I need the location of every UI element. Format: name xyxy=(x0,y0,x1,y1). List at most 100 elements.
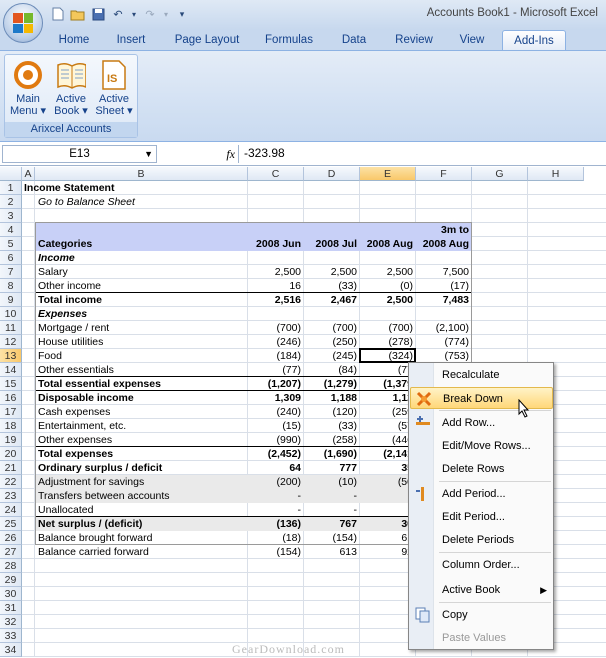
menu-item-column-order[interactable]: Column Order... xyxy=(410,554,553,576)
value-cell[interactable]: (990) xyxy=(248,433,304,447)
tab-add-ins[interactable]: Add-Ins xyxy=(502,30,566,50)
value-cell[interactable]: 16 xyxy=(248,279,304,293)
row-header-28[interactable]: 28 xyxy=(0,559,22,573)
value-cell[interactable]: (250) xyxy=(304,335,360,349)
value-cell[interactable]: (200) xyxy=(248,475,304,489)
undo-dropdown-icon[interactable]: ▾ xyxy=(130,6,138,22)
tab-formulas[interactable]: Formulas xyxy=(256,30,322,50)
tab-review[interactable]: Review xyxy=(386,30,442,50)
row-header-22[interactable]: 22 xyxy=(0,475,22,489)
value-cell[interactable]: (2,452) xyxy=(248,447,304,461)
row-header-27[interactable]: 27 xyxy=(0,545,22,559)
value-cell[interactable]: (154) xyxy=(304,531,360,545)
row-header-2[interactable]: 2 xyxy=(0,195,22,209)
value-cell[interactable]: (154) xyxy=(248,545,304,559)
value-cell[interactable]: 1,188 xyxy=(304,391,360,405)
redo-icon[interactable]: ↷ xyxy=(142,6,158,22)
selected-cell-e13[interactable] xyxy=(359,348,416,363)
value-cell[interactable]: 767 xyxy=(304,517,360,531)
value-cell[interactable]: (0) xyxy=(360,279,416,293)
value-cell[interactable]: 2,467 xyxy=(304,293,360,307)
value-cell[interactable]: (1,279) xyxy=(304,377,360,391)
row-label[interactable]: Other income xyxy=(38,279,246,293)
column-header-h[interactable]: H xyxy=(528,167,584,181)
column-header-b[interactable]: B xyxy=(35,167,248,181)
value-cell[interactable]: 2,516 xyxy=(248,293,304,307)
value-cell[interactable]: (753) xyxy=(416,349,472,363)
row-header-4[interactable]: 4 xyxy=(0,223,22,237)
tab-data[interactable]: Data xyxy=(330,30,378,50)
column-header-c[interactable]: C xyxy=(248,167,304,181)
row-label[interactable]: Total essential expenses xyxy=(38,377,246,391)
new-icon[interactable] xyxy=(50,6,66,22)
row-label[interactable]: Unallocated xyxy=(38,503,246,517)
value-cell[interactable]: 7,500 xyxy=(416,265,472,279)
value-cell[interactable]: (136) xyxy=(248,517,304,531)
row-header-26[interactable]: 26 xyxy=(0,531,22,545)
select-all-corner[interactable] xyxy=(0,167,22,181)
save-icon[interactable] xyxy=(90,6,106,22)
row-header-6[interactable]: 6 xyxy=(0,251,22,265)
value-cell[interactable]: (33) xyxy=(304,419,360,433)
row-header-29[interactable]: 29 xyxy=(0,573,22,587)
row-label[interactable]: Income xyxy=(38,251,246,265)
column-header-a[interactable]: A xyxy=(22,167,35,181)
value-cell[interactable]: (33) xyxy=(304,279,360,293)
menu-item-edit-period[interactable]: Edit Period... xyxy=(410,506,553,528)
row-header-3[interactable]: 3 xyxy=(0,209,22,223)
value-cell[interactable]: (15) xyxy=(248,419,304,433)
value-cell[interactable]: (1,690) xyxy=(304,447,360,461)
value-cell[interactable]: - xyxy=(304,503,360,517)
row-label[interactable]: Balance carried forward xyxy=(38,545,246,559)
value-cell[interactable]: 2,500 xyxy=(360,265,416,279)
row-label[interactable]: Ordinary surplus / deficit xyxy=(38,461,246,475)
value-cell[interactable]: 777 xyxy=(304,461,360,475)
row-label[interactable]: Food xyxy=(38,349,246,363)
value-cell[interactable]: 64 xyxy=(248,461,304,475)
value-cell[interactable]: (700) xyxy=(248,321,304,335)
value-cell[interactable]: (246) xyxy=(248,335,304,349)
row-header-33[interactable]: 33 xyxy=(0,629,22,643)
row-header-13[interactable]: 13 xyxy=(0,349,22,363)
value-cell[interactable]: (17) xyxy=(416,279,472,293)
value-cell[interactable]: 7,483 xyxy=(416,293,472,307)
row-label[interactable]: Expenses xyxy=(38,307,246,321)
open-icon[interactable] xyxy=(70,6,86,22)
value-cell[interactable]: 2,500 xyxy=(248,265,304,279)
value-cell[interactable]: (18) xyxy=(248,531,304,545)
tab-insert[interactable]: Insert xyxy=(104,30,158,50)
column-header-g[interactable]: G xyxy=(472,167,528,181)
row-label[interactable]: Mortgage / rent xyxy=(38,321,246,335)
row-header-34[interactable]: 34 xyxy=(0,643,22,657)
insert-function-button[interactable]: fx xyxy=(163,145,239,163)
row-header-1[interactable]: 1 xyxy=(0,181,22,195)
menu-item-recalculate[interactable]: Recalculate xyxy=(410,364,553,386)
active-sheet-button[interactable]: IS Active Sheet ▾ xyxy=(94,59,134,117)
name-box[interactable]: E13 ▼ xyxy=(2,145,157,163)
row-header-9[interactable]: 9 xyxy=(0,293,22,307)
menu-item-delete-periods[interactable]: Delete Periods xyxy=(410,529,553,551)
value-cell[interactable]: (10) xyxy=(304,475,360,489)
customize-qat-icon[interactable]: ▾ xyxy=(174,6,190,22)
main-menu-button[interactable]: Main Menu ▾ xyxy=(8,59,48,117)
row-label[interactable]: Entertainment, etc. xyxy=(38,419,246,433)
row-header-5[interactable]: 5 xyxy=(0,237,22,251)
tab-home[interactable]: Home xyxy=(50,30,98,50)
value-cell[interactable]: (700) xyxy=(304,321,360,335)
value-cell[interactable]: - xyxy=(248,489,304,503)
menu-item-break-down[interactable]: Break Down xyxy=(410,387,553,409)
value-cell[interactable]: - xyxy=(304,489,360,503)
row-header-18[interactable]: 18 xyxy=(0,419,22,433)
value-cell[interactable]: 1,309 xyxy=(248,391,304,405)
undo-icon[interactable]: ↶ xyxy=(110,6,126,22)
row-header-21[interactable]: 21 xyxy=(0,461,22,475)
value-cell[interactable]: (1,207) xyxy=(248,377,304,391)
value-cell[interactable]: (774) xyxy=(416,335,472,349)
value-cell[interactable]: (258) xyxy=(304,433,360,447)
row-header-10[interactable]: 10 xyxy=(0,307,22,321)
column-header-e[interactable]: E xyxy=(360,167,416,181)
value-cell[interactable]: (77) xyxy=(248,363,304,377)
row-header-12[interactable]: 12 xyxy=(0,335,22,349)
value-cell[interactable]: 2,500 xyxy=(304,265,360,279)
value-cell[interactable]: (245) xyxy=(304,349,360,363)
